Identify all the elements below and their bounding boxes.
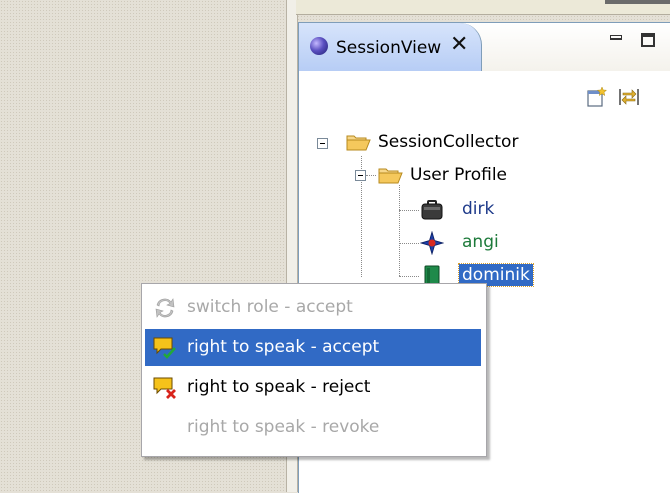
collapse-sessioncollector[interactable] xyxy=(317,138,328,149)
top-sash[interactable] xyxy=(605,0,670,4)
speech-reject-icon xyxy=(153,376,177,400)
new-session-icon[interactable] xyxy=(586,86,608,108)
tree-node-sessioncollector[interactable]: SessionCollector xyxy=(378,132,518,152)
menu-item-right-to-speak-revoke[interactable]: right to speak - revoke xyxy=(145,409,481,446)
briefcase-icon xyxy=(420,198,444,222)
tree-connector xyxy=(399,210,419,211)
tree-connector xyxy=(399,243,419,244)
close-icon[interactable]: ✕ xyxy=(450,34,468,56)
compass-icon xyxy=(419,230,445,256)
tab-title: SessionView xyxy=(336,38,442,58)
tree-connector xyxy=(399,276,419,277)
menu-item-label: right to speak - revoke xyxy=(187,417,380,437)
top-strip xyxy=(296,0,670,15)
tree-node-user-dirk[interactable]: dirk xyxy=(462,199,494,219)
menu-item-switch-role-accept[interactable]: switch role - accept xyxy=(145,289,481,326)
session-view-icon xyxy=(310,37,328,55)
menu-item-right-to-speak-reject[interactable]: right to speak - reject xyxy=(145,369,481,406)
tree-connector xyxy=(399,185,400,276)
menu-item-right-to-speak-accept[interactable]: right to speak - accept xyxy=(145,329,481,366)
menu-item-label: switch role - accept xyxy=(187,297,353,317)
collapse-user-profile[interactable] xyxy=(355,170,366,181)
sync-icon[interactable] xyxy=(617,86,641,108)
menu-item-label: right to speak - reject xyxy=(187,377,371,397)
menu-item-label: right to speak - accept xyxy=(187,337,380,357)
maximize-icon[interactable] xyxy=(641,33,655,47)
tab-sessionview[interactable]: SessionView ✕ xyxy=(299,23,482,71)
context-menu: switch role - accept right to speak - ac… xyxy=(141,283,487,457)
tree-node-user-profile[interactable]: User Profile xyxy=(410,165,507,185)
folder-open-icon xyxy=(378,165,404,185)
tree-connector xyxy=(366,175,376,176)
speech-accept-icon xyxy=(153,336,177,360)
minimize-icon[interactable] xyxy=(610,35,622,45)
folder-open-icon xyxy=(346,132,372,152)
switch-role-icon xyxy=(153,296,177,320)
view-tabbar: SessionView ✕ xyxy=(299,23,670,71)
tree-node-user-angi[interactable]: angi xyxy=(462,232,499,252)
